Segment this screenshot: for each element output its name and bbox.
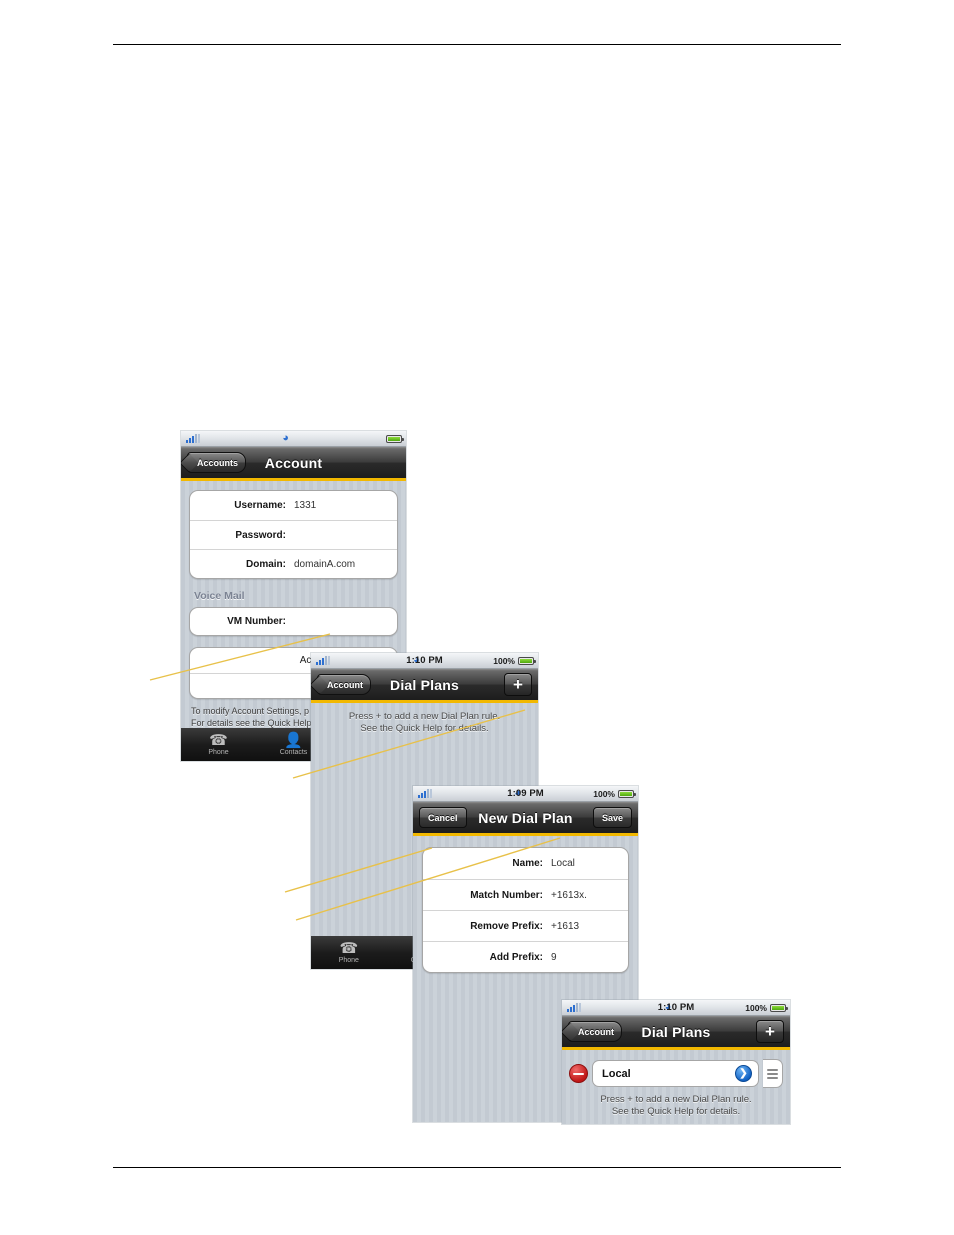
status-right: 100% [593,788,636,799]
nav-bar: Accounts Account [181,447,406,481]
help-line: Press + to add a new Dial Plan rule. [348,711,501,722]
help-line: See the Quick Help for details. [611,1105,741,1117]
status-bar: ◕ 1:10 PM 100% [562,1000,790,1016]
nav-bar: Account Dial Plans + [562,1016,790,1050]
table-row[interactable]: Remove Prefix: +1613 [423,910,628,941]
contacts-person-icon: 👤 [284,732,303,749]
add-dial-plan-button[interactable]: + [756,1020,784,1043]
row-value: +1613x. [551,889,587,901]
signal-bars-icon [186,434,200,443]
tab-phone[interactable]: ☎ Phone [181,728,256,761]
table-row[interactable]: Domain: domainA.com [190,549,397,578]
chevron-right-circle-icon[interactable]: ❯ [735,1065,752,1082]
table-row[interactable]: Username: 1331 [190,491,397,520]
list-item: Local ❯ [569,1059,783,1088]
row-value: 1331 [294,500,317,511]
nav-bar: Cancel New Dial Plan Save [413,802,638,836]
status-right: 100% [493,655,536,666]
status-right: 100% [745,1002,788,1013]
screenshot-dial-plans-local-screen: ◕ 1:10 PM 100% Account Dial Plans + Loca… [562,1000,790,1124]
status-bar: ◕ [181,431,406,447]
row-label: Remove Prefix: [470,920,543,932]
save-button[interactable]: Save [592,807,632,828]
tab-phone[interactable]: ☎ Phone [311,936,387,969]
row-label: Add Prefix: [489,951,543,963]
battery-icon [386,434,404,443]
page-footer-rule [113,1167,841,1168]
row-value: domainA.com [294,558,356,570]
battery-percent: 100% [493,655,515,666]
table-row[interactable]: VM Number: [190,608,397,635]
group-header-voice-mail: Voice Mail [194,590,245,602]
help-line: See the Quick Help for details. [360,722,489,734]
credentials-group: Username: 1331 Password: Domain: domainA… [189,490,398,579]
tab-label: Contacts [279,749,308,756]
tab-label: Phone [208,749,229,756]
empty-state-help: Press + to add a new Dial Plan rule. See… [311,711,538,735]
dial-plan-name: Local [602,1067,631,1080]
dial-plan-cell-local[interactable]: Local ❯ [592,1060,759,1087]
row-label: Name: [512,858,543,869]
status-right [383,434,404,443]
row-label: Username: [234,500,286,511]
back-button-accounts[interactable]: Accounts [187,452,247,473]
battery-icon [518,656,536,665]
minus-circle-icon[interactable] [569,1064,588,1083]
nav-right-group: Save [592,807,632,828]
row-value: +1613 [551,920,580,932]
row-label: VM Number: [227,616,286,627]
phone-handset-icon: ☎ [209,732,228,749]
row-value: 9 [551,951,557,963]
nav-right-group: + [504,673,532,696]
battery-percent: 100% [593,788,615,799]
wifi-icon: ◕ [282,432,289,444]
table-row[interactable]: Add Prefix: 9 [423,941,628,972]
add-dial-plan-button[interactable]: + [504,673,532,696]
back-button-account[interactable]: Account [568,1021,622,1042]
cancel-button[interactable]: Cancel [419,807,467,828]
status-bar: ◕ 1:09 PM 100% [413,786,638,802]
battery-percent: 100% [745,1002,767,1013]
battery-icon [770,1003,788,1012]
voicemail-group: VM Number: [189,607,398,636]
new-dial-plan-group: Name: Local Match Number: +1613x. Remove… [422,847,629,973]
row-label: Match Number: [470,889,543,901]
nav-right-group: + [756,1020,784,1043]
help-line: Press + to add a new Dial Plan rule. [600,1094,752,1105]
row-value: Local [551,858,575,869]
back-button-account[interactable]: Account [317,674,371,695]
row-label: Password: [235,529,286,541]
reorder-handle-icon[interactable] [763,1059,783,1088]
row-label: Domain: [246,558,286,570]
battery-icon [618,789,636,798]
tab-label: Phone [338,957,359,964]
nav-bar: Account Dial Plans + [311,669,538,703]
table-row[interactable]: Password: [190,520,397,549]
status-bar: ◕ 1:10 PM 100% [311,653,538,669]
table-row[interactable]: Name: Local [423,848,628,879]
table-row[interactable]: Match Number: +1613x. [423,879,628,910]
phone-handset-icon: ☎ [339,940,359,957]
page-header-rule [113,44,841,45]
list-help-text: Press + to add a new Dial Plan rule. See… [562,1094,790,1118]
